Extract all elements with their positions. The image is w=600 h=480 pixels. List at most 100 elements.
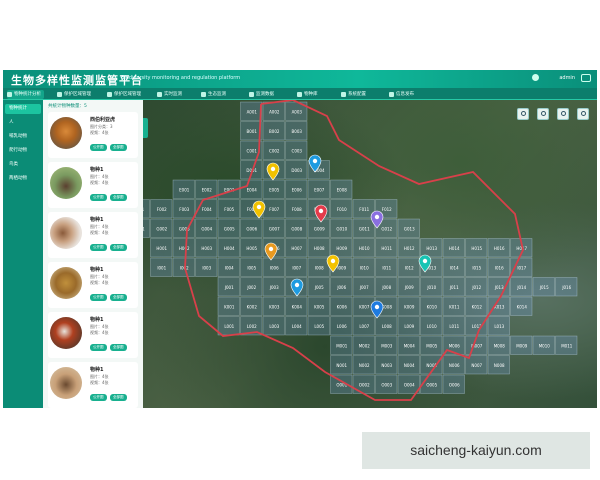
species-stat: 视频：4张	[90, 230, 109, 235]
nav-icon	[107, 92, 112, 97]
nav-tab-label: 物种库	[304, 92, 318, 97]
grid-cell-label: J010	[426, 285, 436, 290]
grid-cell-label: E006	[292, 187, 303, 192]
grid-cell-label: O004	[404, 382, 415, 387]
logout-icon[interactable]	[581, 74, 591, 82]
nav-icon	[157, 92, 162, 97]
grid-cell-label: J006	[336, 285, 346, 290]
species-tag-button[interactable]: 全部图	[110, 144, 127, 151]
grid-cell-label: I003	[202, 265, 211, 270]
species-tag-button[interactable]: 公开图	[90, 194, 107, 201]
grid-cell-label: J008	[381, 285, 391, 290]
nav-tab-label: 生态监测	[208, 92, 226, 97]
grid-cell-label: H010	[359, 246, 370, 251]
nav-tab-1[interactable]: 保护区域管理	[57, 90, 91, 99]
grid-cell-label: F007	[269, 207, 279, 212]
grid-cell-label: K012	[472, 304, 483, 309]
grid-cell-label: C002	[269, 148, 280, 153]
grid-cell-label: M004	[404, 343, 416, 348]
category-item-3[interactable]: 爬行动物	[5, 146, 41, 156]
species-tag-button[interactable]: 全部图	[110, 294, 127, 301]
nav-tab-label: 信息发布	[396, 92, 414, 97]
species-card[interactable]: 西伯利亚虎 图片分类：3 视频：4张 公开图 全部图	[48, 112, 138, 158]
grid-cell-label: H013	[426, 246, 437, 251]
nav-tab-8[interactable]: 信息发布	[389, 90, 414, 99]
grid-cell-label: I005	[247, 265, 256, 270]
grid-cell-label: M009	[516, 343, 528, 348]
species-card[interactable]: 物种1 图片：4张 视频：4张 公开图 全部图	[48, 162, 138, 208]
grid-cell-label: B001	[247, 129, 258, 134]
grid-cell-label: E004	[247, 187, 258, 192]
species-card[interactable]: 物种1 图片：4张 视频：4张 公开图 全部图	[48, 312, 138, 358]
category-item-0[interactable]: 物种统计	[5, 104, 41, 114]
watermark: saicheng-kaiyun.com	[362, 432, 590, 469]
species-photo	[50, 267, 82, 299]
species-tag-button[interactable]: 公开图	[90, 294, 107, 301]
species-tag-button[interactable]: 全部图	[110, 244, 127, 251]
species-tag-button[interactable]: 公开图	[90, 344, 107, 351]
nav-tab-0[interactable]: 物种统计分析	[7, 90, 44, 99]
layers-tool-button[interactable]	[537, 108, 549, 120]
grid-cell-label: K010	[427, 304, 438, 309]
grid-cell-label: G013	[404, 226, 415, 231]
species-photo	[50, 167, 82, 199]
species-tag-button[interactable]: 公开图	[90, 144, 107, 151]
grid-cell-label: K007	[359, 304, 370, 309]
species-photo	[50, 117, 82, 149]
nav-tab-7[interactable]: 系统配置	[341, 90, 366, 99]
watermark-text: saicheng-kaiyun.com	[410, 442, 542, 458]
grid-cell-label: J016	[561, 285, 571, 290]
grid-cell-label: M002	[359, 343, 371, 348]
species-name: 西伯利亚虎	[90, 117, 116, 123]
search-tool-button[interactable]	[517, 108, 529, 120]
grid-cell-label: M010	[539, 343, 551, 348]
species-stat: 视频：4张	[90, 280, 109, 285]
category-item-1[interactable]: 人	[5, 118, 41, 128]
nav-tab-3[interactable]: 实时监测	[157, 90, 182, 99]
grid-cell-label: I001	[157, 265, 166, 270]
species-card[interactable]: 物种1 图片：4张 视频：4张 公开图 全部图	[48, 362, 138, 408]
species-tag-button[interactable]: 全部图	[110, 194, 127, 201]
grid-cell-label: M011	[561, 343, 573, 348]
grid-cell-label: H005	[246, 246, 257, 251]
nav-tab-2[interactable]: 保护区域管理	[107, 90, 141, 99]
grid-cell-label: H008	[314, 246, 325, 251]
nav-tab-4[interactable]: 生态监测	[201, 90, 226, 99]
grid-cell-label: H003	[201, 246, 212, 251]
nav-tab-6[interactable]: 物种库	[297, 90, 318, 99]
grid-cell-label: G008	[291, 226, 302, 231]
print-tool-button[interactable]	[557, 108, 569, 120]
nav-tab-5[interactable]: 监测数据	[249, 90, 274, 99]
category-item-2[interactable]: 哺乳动物	[5, 132, 41, 142]
panel-toggle-handle[interactable]	[143, 118, 148, 138]
pin-tool-button[interactable]	[577, 108, 589, 120]
grid-cell-label: L013	[494, 324, 504, 329]
location-pin-icon[interactable]	[264, 242, 278, 261]
map-view[interactable]: A001 A002 A003 B001 B002 B003 C001 C002 C003 D001…	[143, 100, 597, 408]
species-tag-button[interactable]: 公开图	[90, 394, 107, 401]
user-name[interactable]: admin	[559, 75, 575, 81]
grid-cell-label: J007	[359, 285, 369, 290]
species-tag-button[interactable]: 全部图	[110, 394, 127, 401]
species-tag-button[interactable]: 公开图	[90, 244, 107, 251]
page-subtitle: Biodiversity monitoring and regulation p…	[121, 75, 241, 81]
grid-cell-label: H009	[336, 246, 347, 251]
species-name: 物种1	[90, 317, 104, 323]
species-name: 物种1	[90, 367, 104, 373]
grid-cell-label: G011	[359, 226, 370, 231]
grid-cell-label: I011	[382, 265, 391, 270]
user-icon[interactable]	[532, 74, 539, 81]
grid-cell-label: K009	[404, 304, 415, 309]
header: 生物多样性监测监管平台 Biodiversity monitoring and …	[3, 70, 597, 88]
nav-icon	[341, 92, 346, 97]
grid-cell-label: E001	[179, 187, 190, 192]
grid-cell-label: A003	[292, 109, 303, 114]
species-tag-button[interactable]: 全部图	[110, 344, 127, 351]
category-item-4[interactable]: 鸟类	[5, 160, 41, 170]
grid-cell-label: G002	[156, 226, 167, 231]
species-card[interactable]: 物种1 图片：4张 视频：4张 公开图 全部图	[48, 262, 138, 308]
grid-cell-label: J015	[539, 285, 549, 290]
species-card[interactable]: 物种1 图片：4张 视频：4张 公开图 全部图	[48, 212, 138, 258]
grid-cell-label: I012	[405, 265, 414, 270]
category-item-5[interactable]: 两栖动物	[5, 174, 41, 184]
